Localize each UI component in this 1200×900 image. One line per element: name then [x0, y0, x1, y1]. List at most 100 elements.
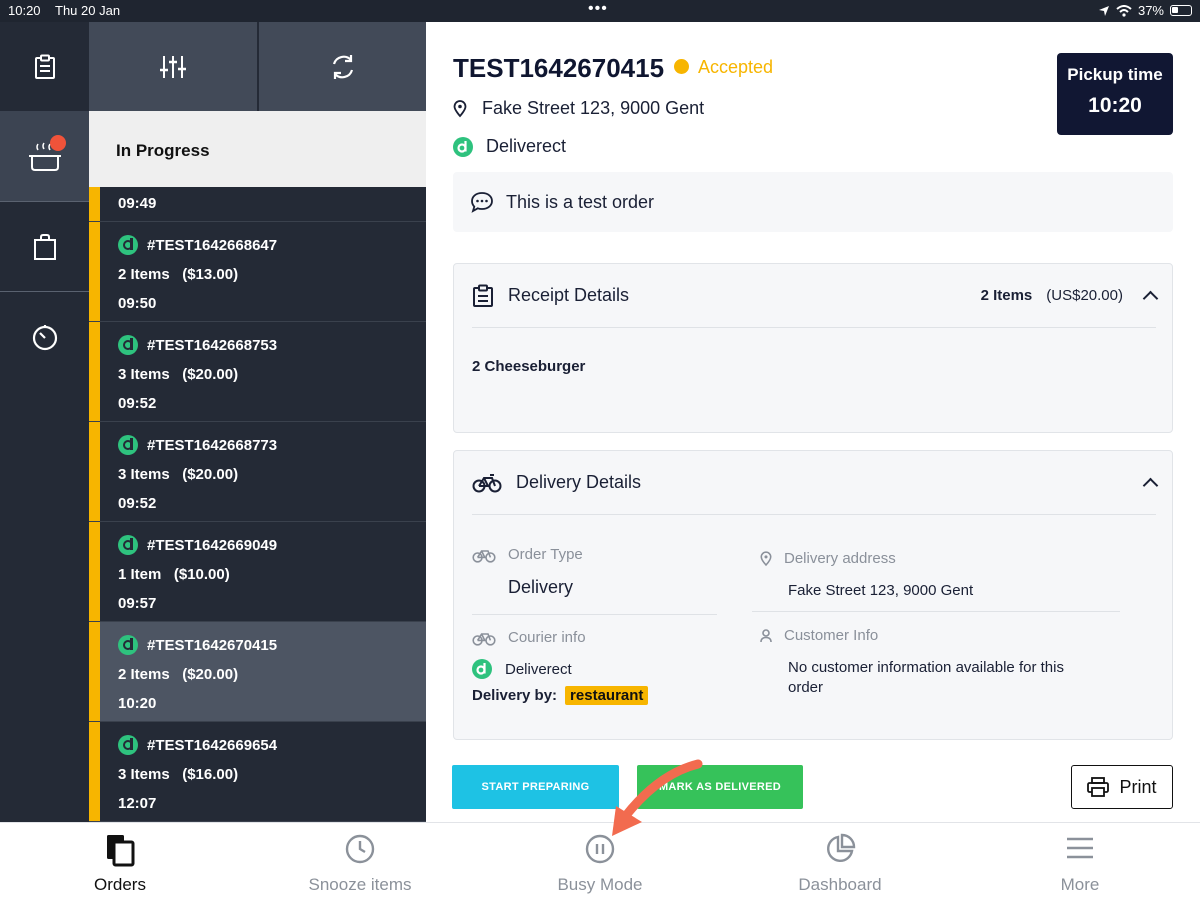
deliverect-logo-icon [118, 735, 138, 755]
mark-as-delivered-button[interactable]: MARK AS DELIVERED [637, 765, 803, 809]
status-strip [89, 722, 100, 821]
delivery-address-label: Delivery address [760, 550, 896, 567]
tab-more[interactable]: More [960, 823, 1200, 900]
order-id: #TEST1642669654 [118, 735, 277, 755]
order-id-text: #TEST1642669654 [147, 736, 278, 754]
courier-name: Deliverect [505, 660, 572, 678]
delivery-by-row: Delivery by: restaurant [472, 686, 649, 705]
customer-info-label-text: Customer Info [784, 627, 879, 644]
order-list[interactable]: 09:49 #TEST1642668647 2 Items ($13.00) 0… [89, 187, 426, 822]
receipt-line: 2 Cheeseburger [472, 358, 586, 375]
customer-info-value: No customer information available for th… [788, 659, 1064, 696]
action-bar: START PREPARING MARK AS DELIVERED Print [426, 750, 1200, 822]
receipt-title: Receipt Details [508, 285, 630, 305]
status-bar: 10:20 Thu 20 Jan ••• 37% [0, 0, 1200, 22]
tab-orders[interactable]: Orders [0, 823, 240, 900]
order-items: 2 Items ($20.00) [118, 666, 239, 683]
deliverect-logo-icon [118, 635, 138, 655]
list-item[interactable]: #TEST1642668773 3 Items ($20.00) 09:52 [89, 422, 426, 522]
delivery-details-card: Delivery Details Order Type Delivery Cou… [453, 450, 1173, 740]
delivery-address-label-text: Delivery address [784, 550, 896, 567]
rail-ready-button[interactable] [0, 202, 89, 291]
multitask-dots-icon[interactable]: ••• [588, 0, 608, 18]
status-dot-icon [674, 59, 689, 74]
order-time: 09:52 [118, 395, 157, 412]
shopping-bag-icon [33, 233, 56, 260]
tab-snooze-items[interactable]: Snooze items [240, 823, 480, 900]
delivery-toggle [1137, 474, 1159, 494]
customer-info-label: Customer Info [760, 627, 878, 644]
list-item[interactable]: #TEST1642669654 3 Items ($16.00) 12:07 [89, 722, 426, 822]
bicycle-icon [472, 473, 502, 492]
chevron-up-icon[interactable] [1142, 290, 1159, 307]
order-items: 1 Item ($10.00) [118, 566, 230, 583]
order-id-text: #TEST1642668647 [147, 236, 278, 254]
user-icon [760, 628, 772, 642]
tab-label: Snooze items [308, 875, 412, 894]
orders-icon [107, 835, 135, 867]
list-item[interactable]: #TEST1642669049 1 Item ($10.00) 09:57 [89, 522, 426, 622]
order-type-label-text: Order Type [508, 546, 583, 563]
section-header: In Progress [89, 111, 426, 187]
note-text: This is a test order [506, 191, 655, 212]
location-pin-icon [760, 550, 772, 566]
start-preparing-button[interactable]: START PREPARING [452, 765, 619, 809]
rail-scheduled-button[interactable] [0, 292, 89, 381]
delivery-address-value: Fake Street 123, 9000 Gent [788, 582, 974, 599]
status-date: Thu 20 Jan [55, 3, 121, 18]
menu-icon [1067, 837, 1093, 859]
tab-label: Orders [94, 875, 146, 894]
list-item-selected[interactable]: #TEST1642670415 2 Items ($20.00) 10:20 [89, 622, 426, 722]
courier-value: Deliverect [472, 659, 572, 679]
list-item[interactable]: #TEST1642668753 3 Items ($20.00) 09:52 [89, 322, 426, 422]
clock-icon [345, 834, 375, 864]
pickup-label: Pickup time [1067, 65, 1163, 84]
status-strip [89, 522, 100, 621]
tab-label: Dashboard [798, 875, 882, 894]
page-title: TEST1642670415 [453, 53, 665, 83]
source-row: Deliverect [453, 136, 566, 157]
courier-info-label: Courier info [472, 629, 586, 646]
receipt-details-card: Receipt Details 2 Items (US$20.00) 2 Che… [453, 263, 1173, 433]
bicycle-icon [472, 632, 496, 646]
order-id: #TEST1642670415 [118, 635, 277, 655]
status-strip [89, 222, 100, 321]
list-toolbar [89, 22, 426, 111]
delivery-by-tag: restaurant [565, 686, 649, 705]
timer-icon [32, 324, 57, 350]
receipt-total: (US$20.00) [1046, 287, 1123, 304]
list-item[interactable]: #TEST1642668647 2 Items ($13.00) 09:50 [89, 222, 426, 322]
chevron-up-icon[interactable] [1142, 477, 1159, 494]
clipboard-icon [473, 284, 493, 307]
battery-icon [1170, 5, 1192, 16]
status-strip [89, 322, 100, 421]
order-time: 09:57 [118, 595, 157, 612]
filter-button[interactable] [89, 22, 257, 111]
sliders-icon [160, 55, 186, 78]
order-id-text: #TEST1642669049 [147, 536, 278, 554]
print-label: Print [1119, 776, 1157, 797]
status-indicators: 37% [1098, 3, 1192, 18]
printer-icon [1087, 777, 1110, 797]
status-time: 10:20 [8, 3, 41, 18]
wifi-icon [1116, 4, 1132, 17]
pie-chart-icon [827, 833, 856, 862]
rail-in-progress-button[interactable] [0, 111, 89, 201]
order-items: 3 Items ($16.00) [118, 766, 239, 783]
list-item[interactable]: 09:49 [89, 187, 426, 222]
print-button[interactable]: Print [1071, 765, 1173, 809]
address-text: Fake Street 123, 9000 Gent [482, 98, 705, 118]
order-id-text: #TEST1642668773 [147, 436, 278, 454]
delivery-details-header[interactable]: Delivery Details [472, 451, 1159, 515]
rail-orders-button[interactable] [0, 22, 89, 111]
tab-dashboard[interactable]: Dashboard [720, 823, 960, 900]
pickup-time-box: Pickup time 10:20 [1057, 53, 1173, 135]
tab-busy-mode[interactable]: Busy Mode [480, 823, 720, 900]
order-id: #TEST1642669049 [118, 535, 277, 555]
order-time: 12:07 [118, 795, 157, 812]
notification-badge [50, 135, 66, 151]
receipt-details-header[interactable]: Receipt Details 2 Items (US$20.00) [472, 264, 1159, 328]
chat-bubble-icon [471, 192, 493, 213]
divider [752, 611, 1120, 612]
refresh-button[interactable] [259, 22, 426, 111]
